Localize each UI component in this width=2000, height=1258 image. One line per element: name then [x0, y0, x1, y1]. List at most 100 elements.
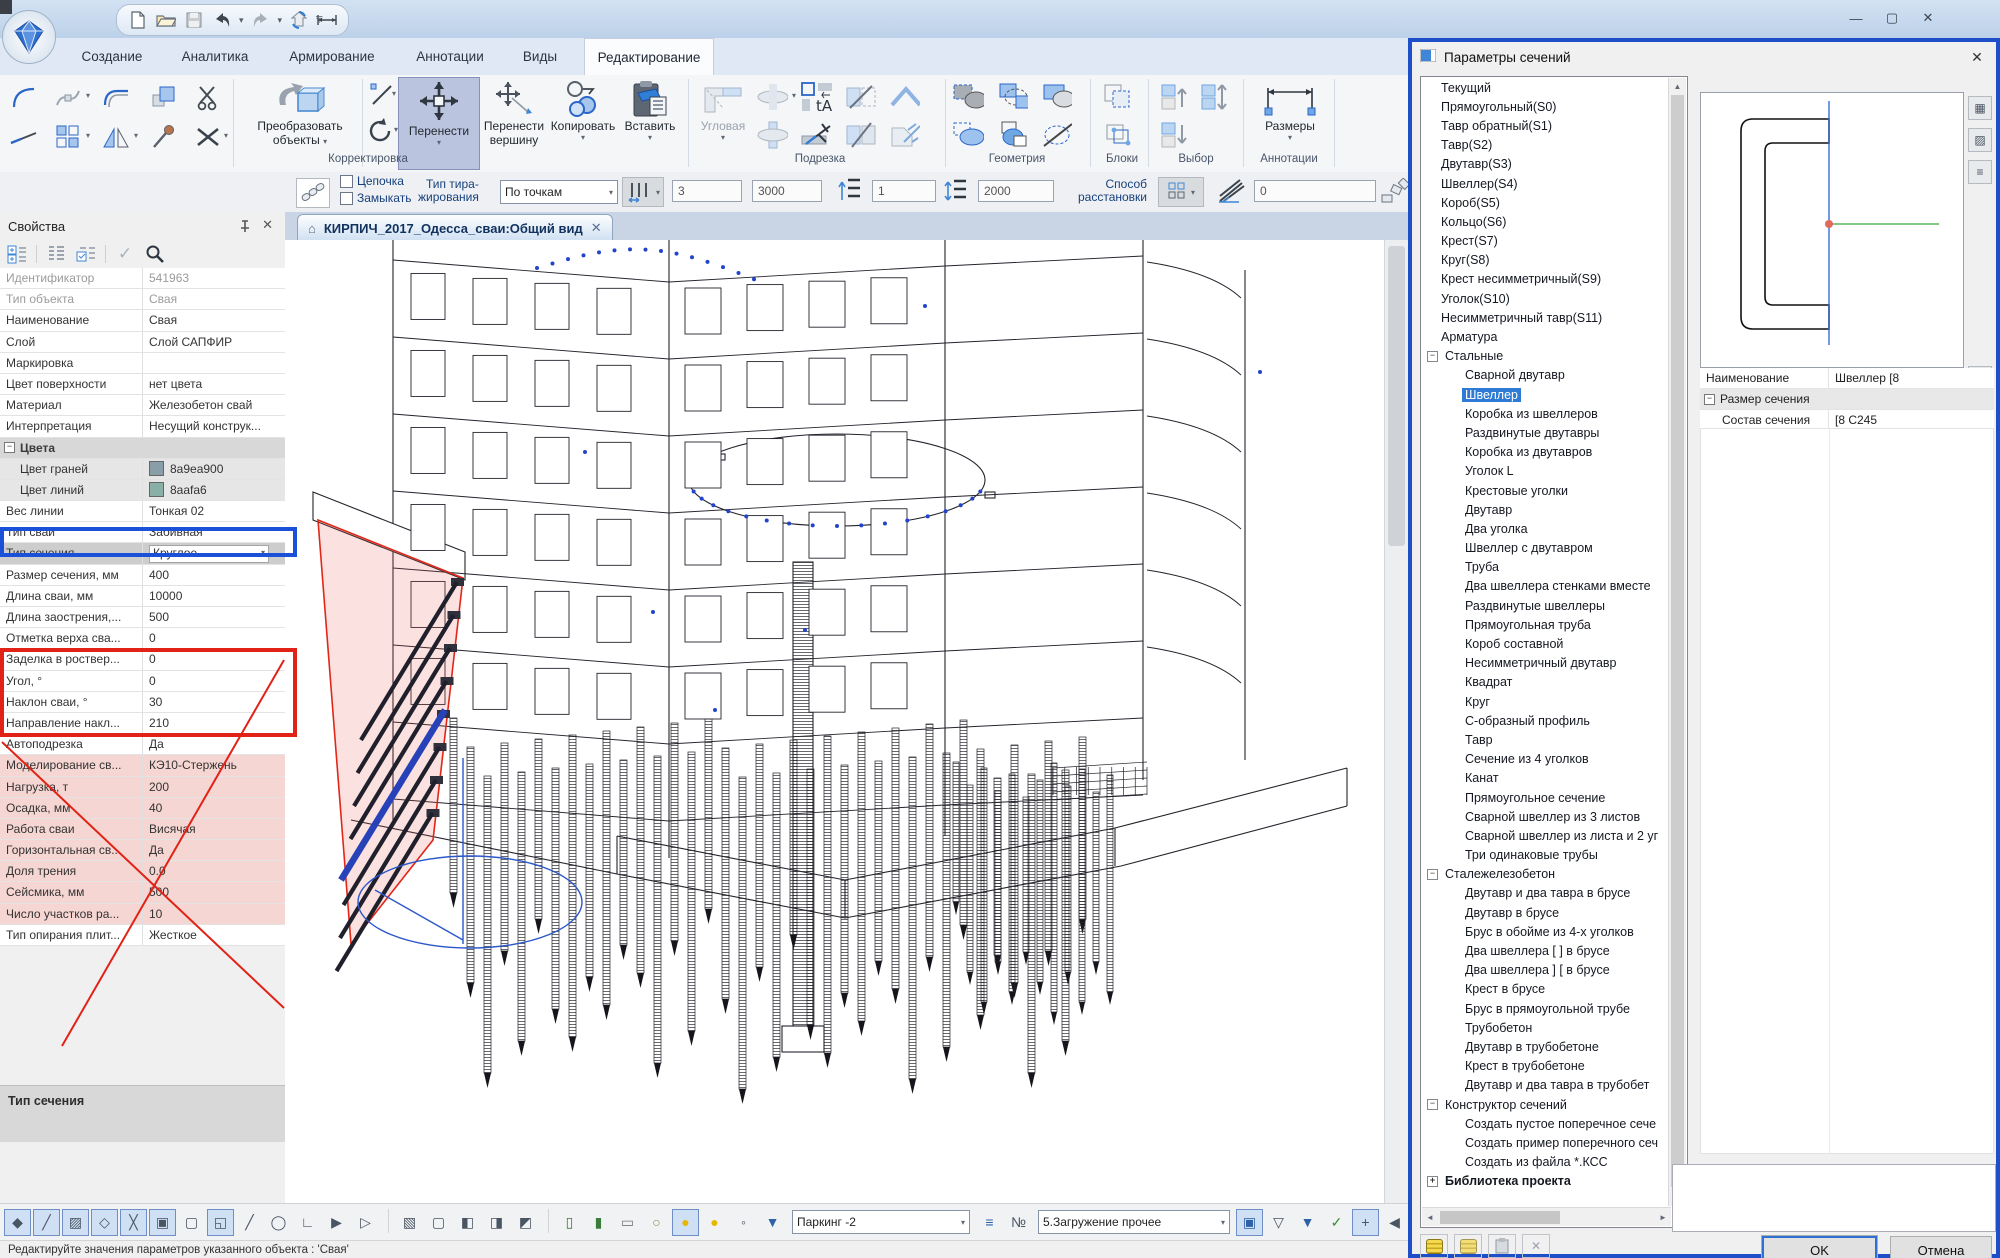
property-row[interactable]: Маркировка [0, 353, 285, 374]
property-row[interactable]: Моделирование св...КЭ10-Стержень [0, 755, 285, 776]
create-block-icon[interactable] [1102, 81, 1134, 113]
spline-edit-icon[interactable] [52, 81, 84, 113]
bulb-other-icon[interactable]: ● [701, 1209, 728, 1236]
tree-item[interactable]: Двутавр(S3) [1422, 155, 1670, 174]
property-value[interactable]: 541963 [143, 268, 285, 288]
chain-tool-icon[interactable] [296, 178, 330, 208]
snap-grid-icon[interactable]: ▨ [62, 1209, 89, 1236]
refresh-model-icon[interactable] [288, 9, 310, 31]
pan-icon[interactable]: + [1352, 1209, 1379, 1236]
trim-beam-icon[interactable] [800, 119, 832, 151]
property-value[interactable]: 8aafa6 [143, 480, 285, 500]
storey-select[interactable]: Паркинг -2▾ [792, 1210, 970, 1234]
ok-button[interactable]: OK [1762, 1236, 1877, 1258]
property-row[interactable]: ИнтерпретацияНесущий конструк... [0, 416, 285, 437]
tree-item[interactable]: Брус в прямоугольной трубе [1422, 999, 1670, 1018]
section-size-group-row[interactable]: − Размер сечения [1700, 389, 1994, 410]
property-value[interactable]: КЭ10-Стержень [143, 755, 285, 775]
property-row[interactable]: Горизонтальная св...Да [0, 840, 285, 861]
property-row[interactable]: Цвет граней8a9ea900 [0, 459, 285, 480]
tree-item[interactable]: С-образный профиль [1422, 711, 1670, 730]
redo-icon[interactable] [250, 9, 272, 31]
explode-block-icon[interactable] [1102, 119, 1134, 151]
tree-item[interactable]: Крестовые уголки [1422, 481, 1670, 500]
tree-item[interactable]: Канат [1422, 769, 1670, 788]
property-row[interactable]: Длина заострения,...500 [0, 607, 285, 628]
property-value[interactable]: 8a9ea900 [143, 459, 285, 479]
property-value[interactable]: 0 [143, 649, 285, 669]
split-face-icon[interactable] [844, 81, 876, 113]
tree-item[interactable]: Сварной двутавр [1422, 366, 1670, 385]
bool-subtract-icon[interactable] [1040, 81, 1072, 113]
snap-nearest-icon[interactable]: ◇ [91, 1209, 118, 1236]
property-row[interactable]: Цвет поверхностинет цвета [0, 374, 285, 395]
tree-item[interactable]: Швеллер с двутавром [1422, 539, 1670, 558]
section-table-icon[interactable]: ▦ [1968, 96, 1992, 120]
rotate-icon[interactable] [364, 115, 396, 147]
property-value[interactable]: Да [143, 734, 285, 754]
pipe-cross-dropdown-icon[interactable]: ▾ [792, 91, 796, 100]
offset-curve-icon[interactable] [100, 81, 132, 113]
clip-plane-icon[interactable]: ▮ [585, 1209, 612, 1236]
property-value[interactable]: 400 [143, 565, 285, 585]
placement-mode-icon[interactable]: ▾ [1158, 177, 1204, 207]
loadcase-lock-icon[interactable]: ▣ [1236, 1209, 1263, 1236]
tree-item[interactable]: Швеллер(S4) [1422, 174, 1670, 193]
bulb-all-icon[interactable]: ○ [643, 1209, 670, 1236]
array-dropdown-icon[interactable]: ▾ [86, 131, 90, 140]
property-row[interactable]: АвтоподрезкаДа [0, 734, 285, 755]
tree-item[interactable]: Уголок(S10) [1422, 289, 1670, 308]
tree-item[interactable]: Несимметричный тавр(S11) [1422, 308, 1670, 327]
tree-item[interactable]: −Стальные [1422, 347, 1670, 366]
property-row[interactable]: Тип сваиЗабивная [0, 522, 285, 543]
tree-item[interactable]: Крест несимметричный(S9) [1422, 270, 1670, 289]
app-logo[interactable] [2, 10, 56, 64]
section-name-value[interactable]: Швеллер [8 [1828, 368, 1994, 388]
tree-item[interactable]: Двутавр в брусе [1422, 903, 1670, 922]
scissors-icon[interactable] [192, 81, 224, 113]
paste-section-icon[interactable] [1488, 1234, 1516, 1258]
pipe-cross-icon[interactable] [756, 81, 788, 113]
property-row[interactable]: Угол, °0 [0, 671, 285, 692]
tree-item[interactable]: −Сталежелезобетон [1422, 865, 1670, 884]
tree-item[interactable]: Прямоугольное сечение [1422, 788, 1670, 807]
tree-item[interactable]: Круг [1422, 692, 1670, 711]
color-swatch[interactable] [149, 461, 164, 476]
property-value[interactable]: 0.0 [143, 861, 285, 881]
circle-tool-icon[interactable]: ◯ [265, 1209, 292, 1236]
bool-union-icon[interactable] [952, 81, 984, 113]
property-value[interactable]: Жесткое [143, 925, 285, 945]
trim-line-icon[interactable] [8, 121, 40, 153]
bool-intersect-icon[interactable] [996, 81, 1028, 113]
tree-vertical-scrollbar[interactable]: ▲ ▼ [1668, 78, 1686, 1206]
property-value[interactable]: 30 [143, 692, 285, 712]
tree-item[interactable]: Сварной швеллер из 3 листов [1422, 807, 1670, 826]
undo-dropdown-icon[interactable]: ▾ [239, 15, 244, 26]
tree-item[interactable]: Два швеллера стенками вместе [1422, 577, 1670, 596]
edit-line-dropdown-icon[interactable]: ▾ [392, 89, 396, 98]
property-row[interactable]: СлойСлой САПФИР [0, 332, 285, 353]
view-hidden-icon[interactable]: ◧ [454, 1209, 481, 1236]
add-to-library-icon[interactable] [1420, 1234, 1448, 1258]
storey-list-icon[interactable]: ≡ [976, 1209, 1003, 1236]
collapse-icon[interactable]: − [1427, 1099, 1438, 1110]
property-row[interactable]: Длина сваи, мм10000 [0, 586, 285, 607]
mirror-dropdown-icon[interactable]: ▾ [134, 131, 138, 140]
filter-table-icon[interactable]: ▼ [1294, 1209, 1321, 1236]
step-field[interactable]: 3000 [752, 180, 822, 202]
close-loop-checkbox[interactable]: Замыкать [340, 192, 411, 205]
collapse-icon[interactable]: − [1704, 394, 1715, 405]
property-row[interactable]: Тип опирания плит...Жесткое [0, 925, 285, 946]
expand-icon[interactable]: + [1427, 1176, 1438, 1187]
tab-analytics[interactable]: Аналитика [170, 38, 260, 75]
bool-cut-icon[interactable] [952, 119, 984, 151]
select-both-icon[interactable] [1198, 81, 1230, 113]
close-panel-icon[interactable]: ✕ [262, 217, 273, 233]
mirror-icon[interactable] [100, 121, 132, 153]
split-solid-icon[interactable] [844, 119, 876, 151]
property-value[interactable]: 200 [143, 777, 285, 797]
undo-icon[interactable] [211, 9, 233, 31]
tab-annotations[interactable]: Аннотации [404, 38, 496, 75]
tree-item[interactable]: Труба [1422, 558, 1670, 577]
distribute-lines-icon[interactable]: ▾ [622, 177, 664, 207]
